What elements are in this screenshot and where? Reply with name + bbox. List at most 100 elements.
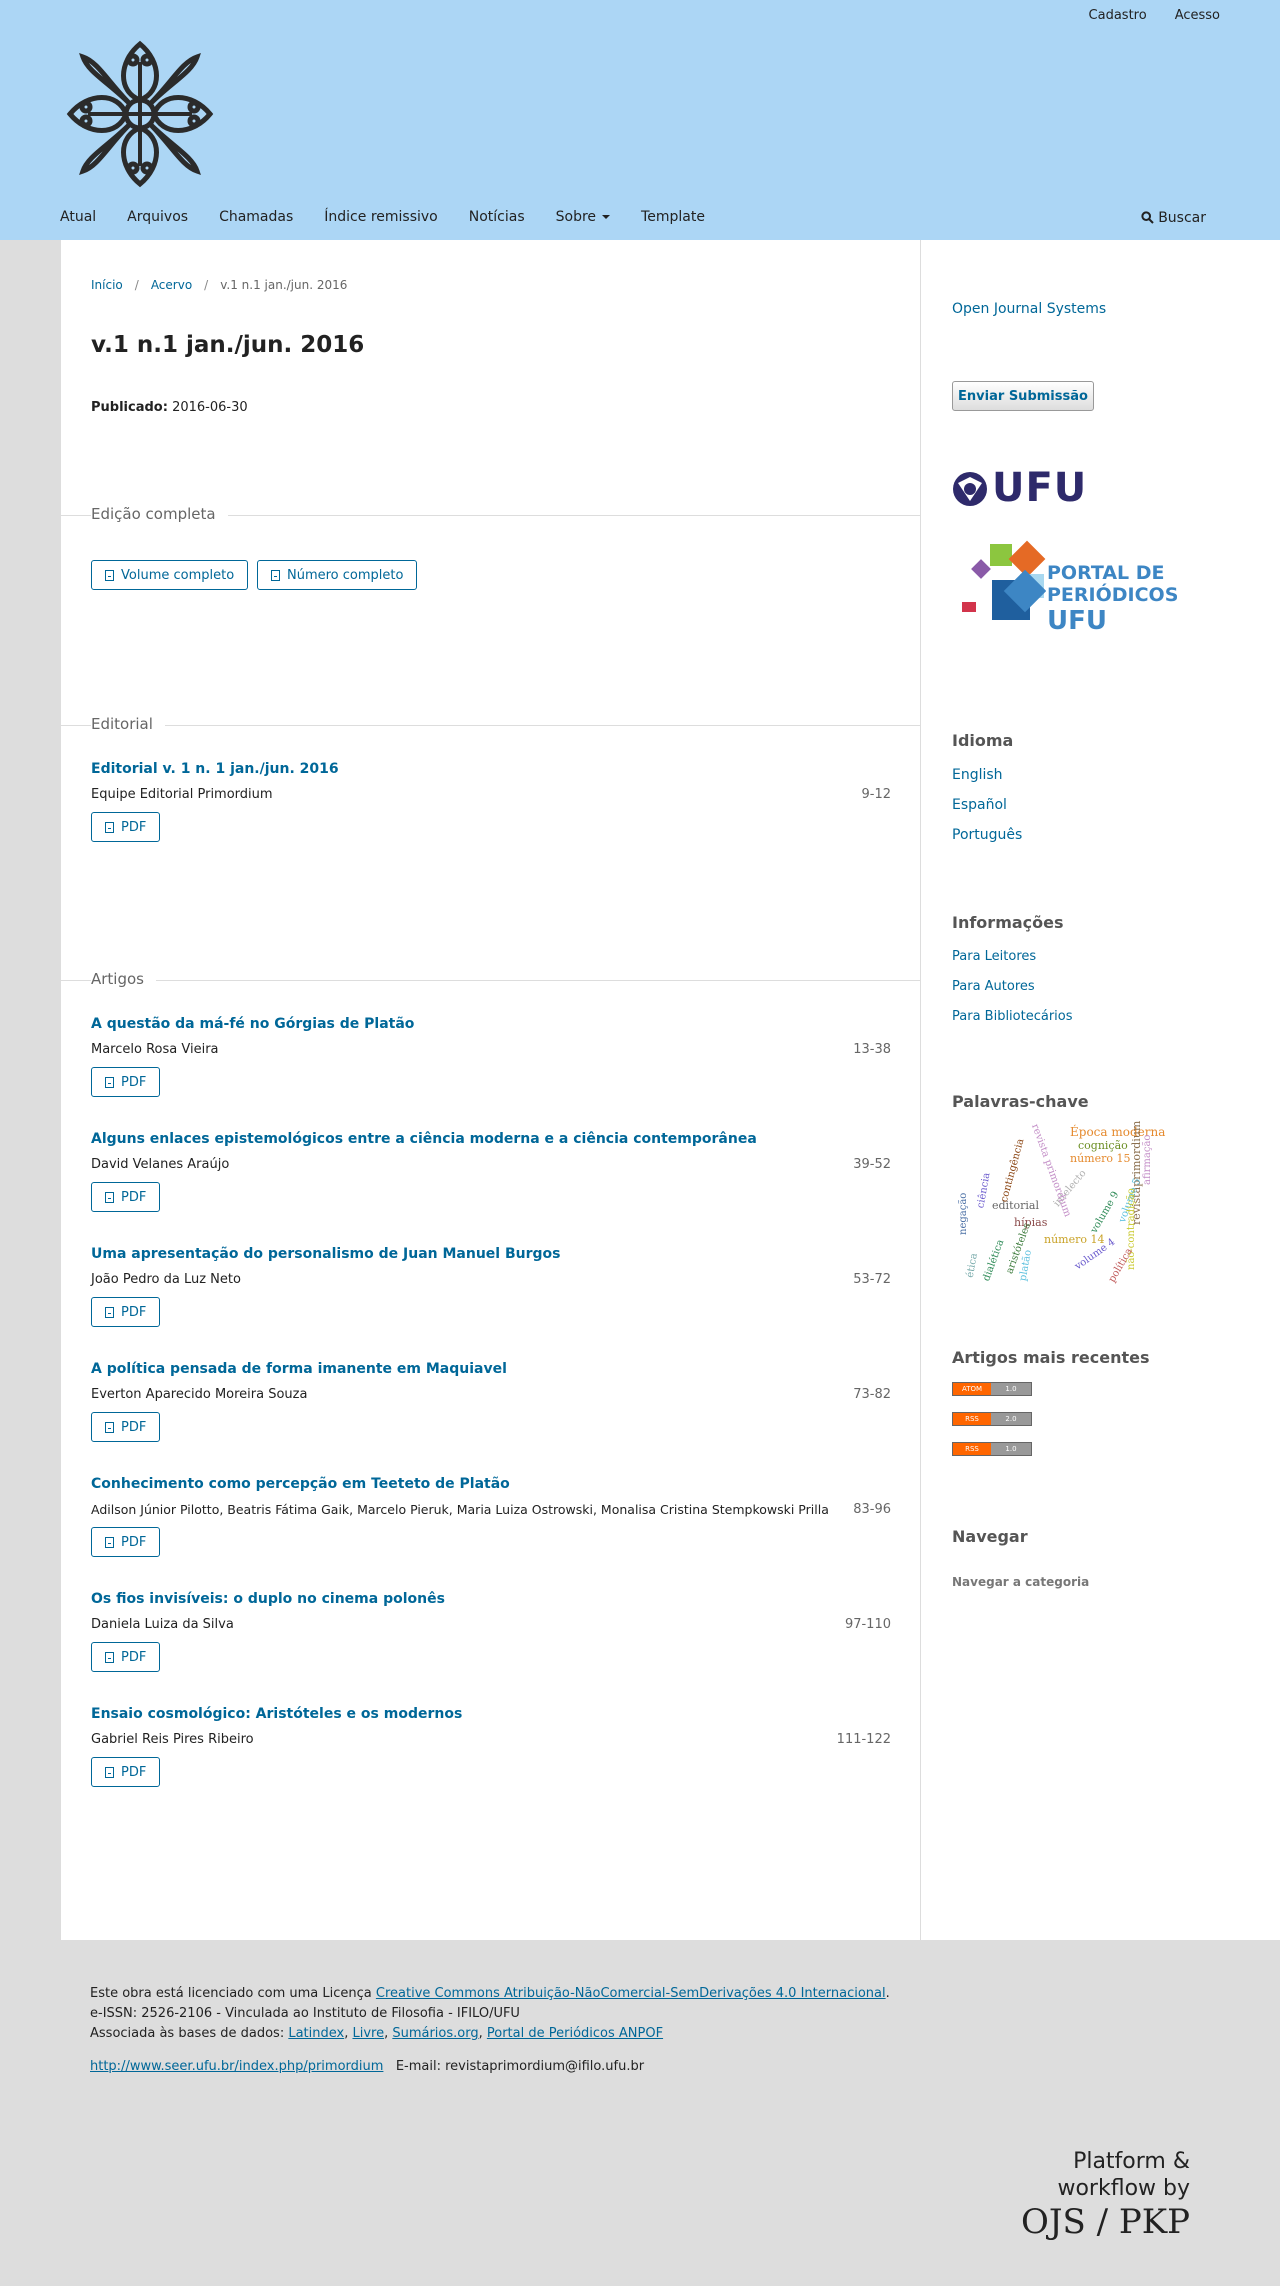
keyword[interactable]: ciência <box>975 1172 992 1209</box>
button-label: PDF <box>121 1764 147 1780</box>
file-pdf-icon <box>105 1651 114 1663</box>
database-link[interactable]: Livre <box>352 2026 384 2041</box>
database-link[interactable]: Sumários.org <box>392 2026 478 2041</box>
submit-button[interactable]: Enviar Submissão <box>952 381 1094 411</box>
feed-version: 1.0 <box>991 1443 1031 1455</box>
file-pdf-icon <box>105 1076 114 1088</box>
nav-current[interactable]: Atual <box>60 209 96 225</box>
breadcrumb-home[interactable]: Início <box>91 278 123 292</box>
published-label: Publicado: <box>91 400 168 415</box>
keyword[interactable]: volume 9 <box>1089 1190 1122 1236</box>
pdf-button[interactable]: PDF <box>91 1757 161 1787</box>
license-line: Este obra está licenciado com uma Licenç… <box>90 1984 890 2004</box>
article-item: Uma apresentação do personalismo de Juan… <box>91 1246 891 1336</box>
button-label: Volume completo <box>121 567 235 583</box>
nav-calls[interactable]: Chamadas <box>219 209 293 225</box>
file-pdf-icon <box>105 1191 114 1203</box>
footer-contact: http://www.seer.ufu.br/index.php/primord… <box>90 2059 644 2074</box>
site-footer: Este obra está licenciado com uma Licenç… <box>0 1940 1280 2286</box>
pdf-button[interactable]: PDF <box>91 1642 161 1672</box>
search-label: Buscar <box>1158 210 1206 226</box>
keyword[interactable]: afirmação <box>1142 1135 1153 1185</box>
divider <box>60 725 921 726</box>
rss1-feed-link[interactable]: RSS 1.0 <box>952 1442 1032 1456</box>
login-link[interactable]: Acesso <box>1175 8 1220 23</box>
feed-type: ATOM <box>953 1383 991 1395</box>
info-authors-link[interactable]: Para Autores <box>952 979 1035 994</box>
article-title[interactable]: Alguns enlaces epistemológicos entre a c… <box>91 1131 757 1147</box>
nav-template[interactable]: Template <box>641 209 705 225</box>
article-title[interactable]: Uma apresentação do personalismo de Juan… <box>91 1246 560 1262</box>
issn-line: e-ISSN: 2526-2106 - Vinculada ao Institu… <box>90 2006 520 2021</box>
pdf-button[interactable]: PDF <box>91 1067 161 1097</box>
file-pdf-icon <box>105 821 114 833</box>
button-label: PDF <box>121 1419 147 1435</box>
info-librarians-link[interactable]: Para Bibliotecários <box>952 1009 1073 1024</box>
keyword[interactable]: cognição <box>1078 1139 1128 1152</box>
pdf-button[interactable]: PDF <box>91 1412 161 1442</box>
full-issue-button[interactable]: Número completo <box>257 560 418 590</box>
databases-prefix: Associada às bases de dados: <box>90 2026 289 2041</box>
journal-url-link[interactable]: http://www.seer.ufu.br/index.php/primord… <box>90 2059 383 2074</box>
article-pages: 13-38 <box>853 1042 891 1057</box>
database-link[interactable]: Portal de Periódicos ANPOF <box>487 2026 663 2041</box>
button-label: PDF <box>121 1534 147 1550</box>
published-date: Publicado: 2016-06-30 <box>91 400 248 415</box>
article-title[interactable]: Ensaio cosmológico: Aristóteles e os mod… <box>91 1706 462 1722</box>
feed-type: RSS <box>953 1443 991 1455</box>
keyword[interactable]: negação <box>958 1193 969 1235</box>
language-portuguese[interactable]: Português <box>952 827 1022 843</box>
keyword[interactable]: ética <box>965 1252 980 1278</box>
database-link[interactable]: Latindex <box>288 2026 344 2041</box>
keyword[interactable]: dialética <box>981 1238 1006 1283</box>
page-body: Início / Acervo / v.1 n.1 jan./jun. 2016 v.1… <box>60 240 1280 1940</box>
article-title[interactable]: Editorial v. 1 n. 1 jan./jun. 2016 <box>91 761 339 777</box>
breadcrumb-archive[interactable]: Acervo <box>151 278 192 292</box>
portal-periodicos-logo[interactable]: PORTAL DE PERIÓDICOS UFU <box>962 540 1202 650</box>
rss2-feed-link[interactable]: RSS 2.0 <box>952 1412 1032 1426</box>
keyword[interactable]: número 14 <box>1044 1233 1104 1246</box>
nav-archives[interactable]: Arquivos <box>127 209 188 225</box>
article-title[interactable]: A política pensada de forma imanente em … <box>91 1361 507 1377</box>
feed-version: 1.0 <box>991 1383 1031 1395</box>
full-volume-button[interactable]: Volume completo <box>91 560 249 590</box>
article-authors: David Velanes Araújo <box>91 1157 230 1172</box>
article-pages: 9-12 <box>861 787 891 802</box>
pdf-button[interactable]: PDF <box>91 812 161 842</box>
ojs-link[interactable]: Open Journal Systems <box>952 301 1106 317</box>
section-full-edition: Edição completa <box>60 505 921 525</box>
article-title[interactable]: Conhecimento como percepção em Teeteto d… <box>91 1476 510 1492</box>
license-link[interactable]: Creative Commons Atribuição-NãoComercial… <box>376 1986 886 2001</box>
page-title: v.1 n.1 jan./jun. 2016 <box>91 332 365 358</box>
file-pdf-icon <box>105 1766 114 1778</box>
button-label: PDF <box>121 1649 147 1665</box>
article-authors: João Pedro da Luz Neto <box>91 1272 241 1287</box>
main-content: Início / Acervo / v.1 n.1 jan./jun. 2016 v.1… <box>60 240 921 1940</box>
nav-index[interactable]: Índice remissivo <box>324 209 437 225</box>
nav-about[interactable]: Sobre <box>556 209 611 225</box>
atom-feed-link[interactable]: ATOM 1.0 <box>952 1382 1032 1396</box>
pkp-brand-link[interactable]: Platform & workflow by OJS / PKP <box>1021 2148 1190 2242</box>
pdf-button[interactable]: PDF <box>91 1527 161 1557</box>
search-link[interactable]: Buscar <box>1141 210 1206 226</box>
pdf-button[interactable]: PDF <box>91 1297 161 1327</box>
published-value: 2016-06-30 <box>172 400 248 415</box>
article-item: Editorial v. 1 n. 1 jan./jun. 2016 Equip… <box>91 761 891 851</box>
keyword[interactable]: editorial <box>992 1199 1039 1212</box>
article-title[interactable]: Os fios invisíveis: o duplo no cinema po… <box>91 1591 445 1607</box>
journal-logo[interactable] <box>58 32 222 196</box>
language-english[interactable]: English <box>952 767 1003 783</box>
keyword[interactable]: número 15 <box>1070 1152 1130 1165</box>
article-authors: Adilson Júnior Pilotto, Beatris Fátima G… <box>91 1502 829 1517</box>
section-heading: Artigos <box>91 970 156 988</box>
breadcrumb: Início / Acervo / v.1 n.1 jan./jun. 2016 <box>91 278 347 292</box>
breadcrumb-separator: / <box>134 278 139 292</box>
pdf-button[interactable]: PDF <box>91 1182 161 1212</box>
keyword[interactable]: contingência <box>999 1138 1027 1204</box>
register-link[interactable]: Cadastro <box>1089 8 1147 23</box>
nav-news[interactable]: Notícias <box>469 209 525 225</box>
ufu-logo[interactable]: UFU <box>952 465 1112 512</box>
language-spanish[interactable]: Español <box>952 797 1007 813</box>
article-title[interactable]: A questão da má-fé no Górgias de Platão <box>91 1016 414 1032</box>
info-readers-link[interactable]: Para Leitores <box>952 949 1036 964</box>
